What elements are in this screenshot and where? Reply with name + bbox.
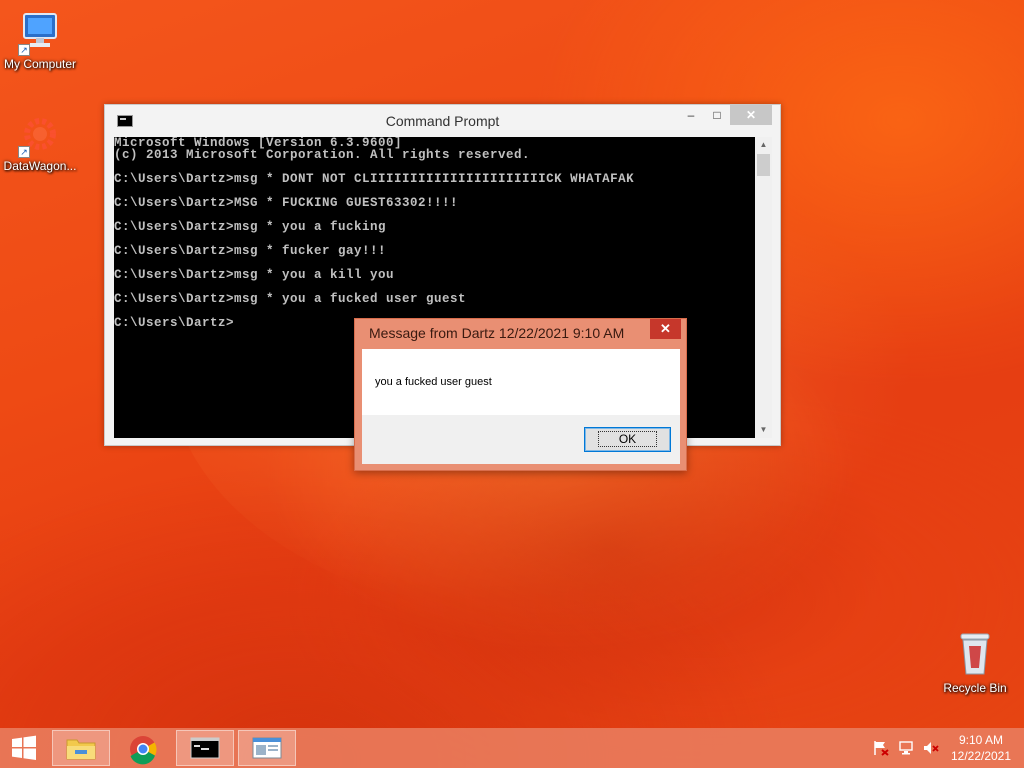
taskbar: 9:10 AM 12/22/2021 — [0, 728, 1024, 768]
taskbar-chrome[interactable] — [114, 730, 172, 766]
dialog-message: you a fucked user guest — [375, 376, 492, 388]
maximize-button[interactable]: □ — [704, 105, 730, 125]
taskbar-command-prompt[interactable] — [176, 730, 234, 766]
terminal-line: (c) 2013 Microsoft Corporation. All righ… — [114, 148, 531, 162]
dialog-close-button[interactable]: ✕ — [650, 319, 681, 339]
dialog-title: Message from Dartz 12/22/2021 9:10 AM — [369, 325, 625, 341]
clock-time: 9:10 AM — [958, 733, 1004, 747]
shortcut-arrow-icon: ↗ — [18, 44, 30, 56]
desktop-icon-label: Recycle Bin — [943, 681, 1007, 695]
minimize-button[interactable]: – — [678, 105, 704, 125]
title-bar[interactable]: Command Prompt – □ ✕ — [105, 105, 780, 137]
message-dialog[interactable]: Message from Dartz 12/22/2021 9:10 AM ✕ … — [354, 318, 687, 471]
gear-icon: ↗ — [18, 112, 62, 158]
scroll-thumb[interactable] — [757, 154, 770, 176]
terminal-line: C:\Users\Dartz>msg * fucker gay!!! — [114, 244, 387, 258]
network-icon[interactable] — [898, 739, 916, 768]
scroll-up-icon[interactable]: ▲ — [755, 137, 772, 153]
recycle-bin-icon — [953, 630, 997, 678]
terminal-line: C:\Users\Dartz>msg * you a kill you — [114, 268, 395, 282]
chrome-icon — [130, 736, 157, 765]
dialog-content: you a fucked user guest OK — [362, 349, 680, 464]
window-icon — [252, 737, 282, 759]
close-button[interactable]: ✕ — [730, 105, 772, 125]
folder-icon — [66, 739, 96, 760]
scroll-down-icon[interactable]: ▼ — [755, 422, 772, 438]
ok-button[interactable]: OK — [584, 427, 671, 452]
terminal-line: C:\Users\Dartz>msg * you a fucking — [114, 220, 387, 234]
shortcut-arrow-icon: ↗ — [18, 146, 30, 158]
computer-icon: ↗ — [18, 10, 62, 56]
terminal-line: C:\Users\Dartz>msg * you a fucked user g… — [114, 292, 467, 306]
start-button[interactable] — [0, 730, 48, 766]
clock-date: 12/22/2021 — [950, 749, 1012, 763]
taskbar-message-window[interactable] — [238, 730, 296, 766]
desktop-icon-my-computer[interactable]: ↗ My Computer — [0, 10, 80, 71]
taskbar-file-explorer[interactable] — [52, 730, 110, 766]
desktop-icon-label: DataWagon... — [3, 159, 77, 173]
desktop-icon-label: My Computer — [3, 57, 77, 71]
cmd-icon — [190, 737, 220, 759]
terminal-line: C:\Users\Dartz>msg * DONT NOT CLIIIIIIII… — [114, 172, 635, 186]
dialog-message-area: you a fucked user guest — [362, 349, 680, 415]
ok-button-label: OK — [597, 431, 658, 447]
taskbar-clock[interactable]: 9:10 AM 12/22/2021 — [946, 732, 1016, 764]
terminal-line: C:\Users\Dartz>MSG * FUCKING GUEST63302!… — [114, 196, 459, 210]
desktop-icon-datawagon[interactable]: ↗ DataWagon... — [0, 112, 80, 173]
vertical-scrollbar[interactable]: ▲ ▼ — [755, 137, 772, 438]
desktop-icon-recycle-bin[interactable]: Recycle Bin — [935, 630, 1015, 695]
windows-logo-icon — [12, 735, 36, 760]
volume-muted-icon[interactable] — [922, 739, 940, 768]
flag-icon[interactable] — [872, 739, 890, 768]
